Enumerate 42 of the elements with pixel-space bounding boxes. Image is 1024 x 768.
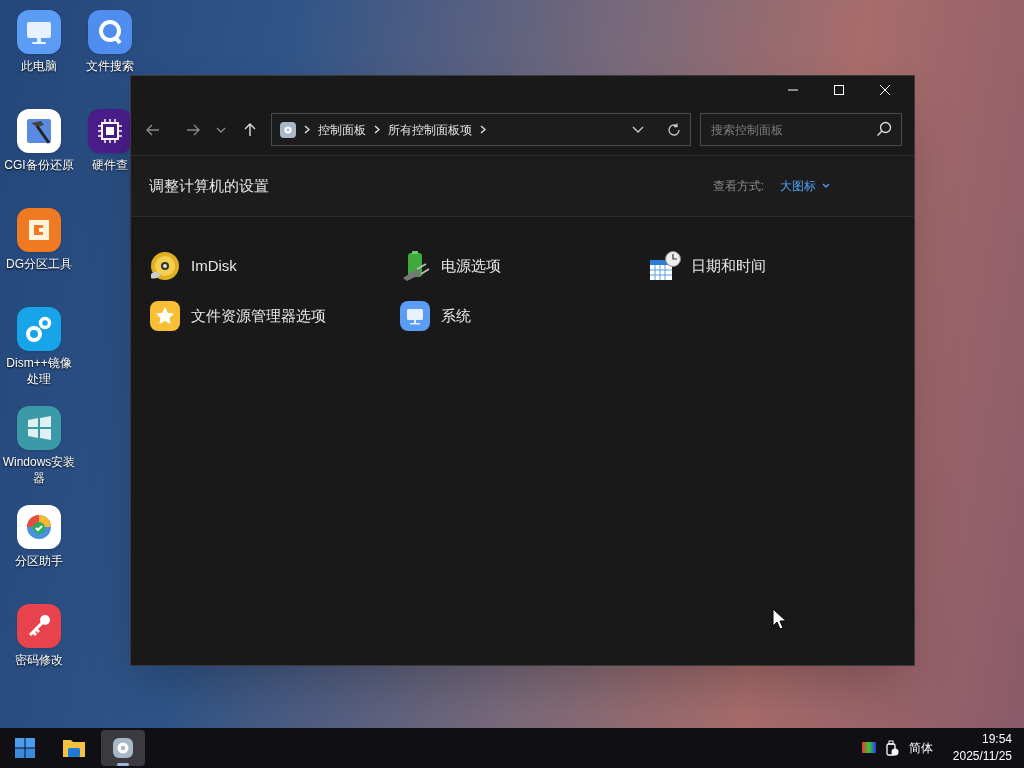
desktop-icon-label[interactable]: 文件搜索 (86, 58, 134, 74)
control-panel-icon[interactable] (101, 730, 145, 766)
search-icon[interactable] (876, 121, 892, 137)
address-bar[interactable]: 控制面板 所有控制面板项 (271, 113, 691, 146)
chip-icon (88, 109, 132, 153)
control-panel-item[interactable]: 电源选项 (399, 250, 629, 282)
key-icon (17, 604, 61, 648)
search-field[interactable]: 搜索控制面板 (700, 113, 902, 146)
refresh-icon[interactable] (666, 122, 682, 137)
breadcrumb[interactable]: 所有控制面板项 (384, 120, 476, 139)
view-label: 查看方式: (712, 178, 764, 195)
view-dropdown[interactable]: 大图标 (780, 177, 830, 195)
monitor-icon (17, 10, 61, 54)
control-panel-item[interactable]: 文件资源管理器选项 (149, 300, 379, 332)
color-display-icon[interactable] (860, 741, 877, 755)
chevron-down-icon[interactable] (630, 125, 646, 134)
page-heading: 调整计算机的设置 (149, 175, 269, 196)
clock[interactable]: 19:54 2025/11/25 (952, 731, 1012, 765)
desktop-icon-label[interactable]: Windows安装器 (2, 454, 76, 486)
hammer-icon (17, 109, 61, 153)
chevron-down-icon (822, 183, 830, 189)
cursor-icon (772, 608, 788, 630)
desktop-icon-label[interactable]: Dism++镜像处理 (2, 355, 76, 387)
search-icon (88, 10, 132, 54)
desktop-icon-label[interactable]: DG分区工具 (6, 256, 72, 272)
desktop-icon-label[interactable]: 此电脑 (21, 58, 57, 74)
windows-logo-icon (17, 406, 61, 450)
control-panel-icon (280, 121, 296, 138)
desktop-icon-label[interactable]: 分区助手 (15, 553, 63, 569)
calendar-clock-icon (649, 250, 681, 282)
desktop-icon-label[interactable]: 硬件查 (92, 157, 128, 173)
control-panel-item[interactable]: ImDisk (149, 250, 379, 282)
disc-icon (149, 250, 181, 282)
desktop-icon-label[interactable]: 密码修改 (15, 652, 63, 668)
breadcrumb[interactable]: 控制面板 (314, 120, 370, 139)
usb-drive-icon[interactable] (884, 740, 899, 756)
desktop-icon-label[interactable]: CGI备份还原 (4, 157, 74, 173)
pie-chart-icon (17, 505, 61, 549)
control-panel-item[interactable]: 日期和时间 (649, 250, 879, 282)
input-language[interactable]: 简体 (908, 739, 933, 757)
monitor-icon (399, 300, 431, 332)
control-panel-item[interactable]: 系统 (399, 300, 629, 332)
